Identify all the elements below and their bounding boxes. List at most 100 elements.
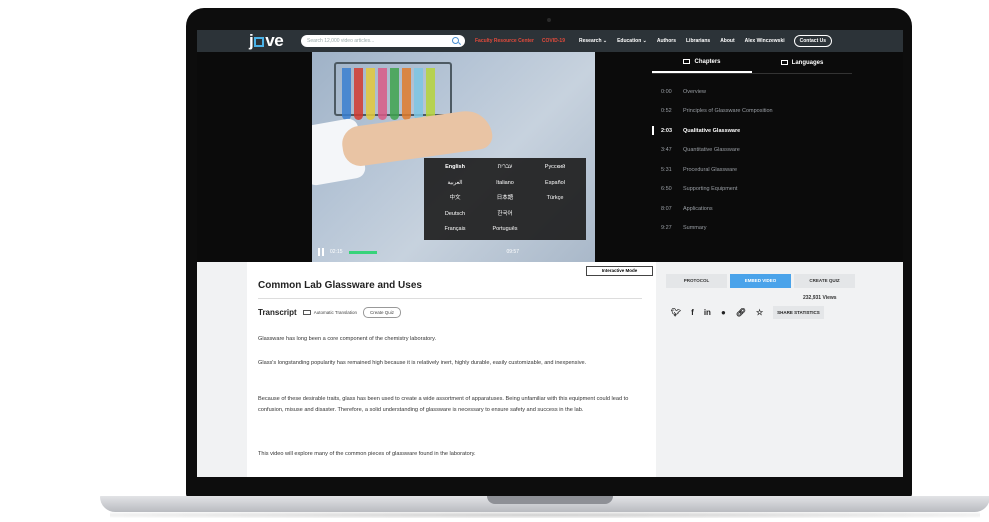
tab-languages[interactable]: Languages [752, 52, 852, 73]
contact-us-button[interactable]: Contact Us [793, 35, 833, 47]
chapter-time: 0:00 [661, 88, 672, 95]
video-player[interactable]: English עברית Русский العربية Italiano Españo… [312, 52, 595, 262]
side-panel: PROTOCOL EMBED VIDEO CREATE QUIZ 232,931… [663, 262, 863, 477]
test-tube [354, 68, 363, 120]
laptop-shadow [110, 512, 980, 518]
chapter-title: Summary [683, 225, 707, 232]
chapter-time: 6:50 [661, 186, 672, 193]
tab-chapters-label: Chapters [694, 58, 721, 65]
nav-librarians[interactable]: Librarians [686, 38, 710, 44]
main-content: Interactive Mode Common Lab Glassware an… [197, 262, 903, 477]
jove-logo[interactable]: j ve [249, 30, 289, 52]
chapter-item[interactable]: 5:31 Procedural Glassware [652, 160, 852, 180]
nav-education[interactable]: Education ⌄ [617, 38, 647, 44]
chapter-item[interactable]: 0:00 Overview [652, 82, 852, 102]
protocol-button[interactable]: PROTOCOL [666, 274, 727, 288]
language-option[interactable]: Français [430, 224, 480, 236]
nav-authors[interactable]: Authors [657, 38, 676, 44]
test-tube [366, 68, 375, 120]
language-option[interactable]: Türkçe [530, 193, 580, 205]
link-icon[interactable]: 🔗︎ [736, 308, 746, 317]
language-option[interactable]: العربية [430, 178, 480, 190]
chapter-time: 8:07 [661, 205, 672, 212]
automatic-translation-toggle[interactable]: Automatic Translation [302, 310, 357, 315]
language-menu[interactable]: English עברית Русский العربية Italiano Españo… [424, 158, 586, 240]
chapter-title: Procedural Glassware [683, 166, 738, 173]
create-quiz-button[interactable]: Create Quiz [362, 307, 401, 318]
language-option[interactable]: Español [530, 178, 580, 190]
search-icon[interactable] [452, 37, 459, 44]
article: Interactive Mode Common Lab Glassware an… [247, 262, 656, 477]
chapter-time: 9:27 [661, 225, 672, 232]
language-option[interactable]: English [430, 162, 480, 174]
language-option[interactable]: 中文 [430, 193, 480, 205]
chapter-time: 3:47 [661, 147, 672, 154]
chapter-time: 0:52 [661, 108, 672, 115]
divider [258, 298, 642, 299]
nav-research[interactable]: Research ⌄ [579, 38, 607, 44]
test-tube [402, 68, 411, 120]
transcript-paragraph: Glass's longstanding popularity has rema… [258, 360, 587, 366]
video-controls: 02:15 09:57 [312, 242, 595, 262]
transcript-paragraph: Glassware has long been a core component… [258, 336, 437, 342]
top-navigation: j ve Search 12,000 video articles... Facu… [197, 30, 903, 52]
pause-icon[interactable] [318, 248, 324, 256]
wechat-icon[interactable]: ● [721, 308, 726, 317]
search-box[interactable]: Search 12,000 video articles... [301, 35, 465, 47]
linkedin-icon[interactable]: in [704, 308, 711, 317]
nav-covid[interactable]: COVID-19 [542, 38, 565, 44]
chapter-item[interactable]: 2:03 Qualitative Glassware [652, 121, 852, 141]
tab-chapters[interactable]: Chapters [652, 52, 752, 73]
total-time: 09:57 [506, 249, 519, 255]
language-option[interactable] [530, 224, 580, 236]
chapter-title: Applications [683, 205, 713, 212]
article-title: Common Lab Glassware and Uses [258, 280, 422, 291]
chapters-panel: Chapters Languages 0:00 Overview 0:52 Princ… [652, 52, 852, 262]
embed-video-button[interactable]: EMBED VIDEO [730, 274, 791, 288]
chapter-item[interactable]: 8:07 Applications [652, 199, 852, 219]
chapter-item[interactable]: 3:47 Quantitative Glassware [652, 141, 852, 161]
tab-languages-label: Languages [791, 59, 824, 66]
chapter-list: 0:00 Overview 0:52 Principles of Glassware … [652, 82, 852, 238]
nav-faculty-resource-center[interactable]: Faculty Resource Center [475, 38, 534, 44]
language-option[interactable]: 日本語 [480, 193, 530, 205]
test-tube [426, 68, 435, 120]
languages-icon [780, 60, 788, 65]
chapter-time: 5:31 [661, 166, 672, 173]
language-option[interactable]: Italiano [480, 178, 530, 190]
camera-dot [547, 18, 551, 22]
nav-user-name[interactable]: Alex Winczewski [745, 38, 785, 44]
transcript-paragraph: This video will explore many of the comm… [258, 451, 476, 457]
create-quiz-tab-button[interactable]: CREATE QUIZ [794, 274, 855, 288]
nav-about[interactable]: About [720, 38, 734, 44]
chapter-item[interactable]: 6:50 Supporting Equipment [652, 180, 852, 200]
transcript-paragraph: Because of these desirable traits, glass… [258, 396, 629, 413]
chapter-title: Qualitative Glassware [683, 127, 741, 134]
twitter-icon[interactable]: 🐦︎ [671, 308, 681, 317]
facebook-icon[interactable]: f [691, 308, 694, 317]
test-tube [342, 68, 351, 120]
share-row: 🐦︎ f in ● 🔗︎ ☆ SHARE STATISTICS [671, 306, 824, 319]
elapsed-time: 02:15 [330, 249, 343, 255]
language-option[interactable]: Deutsch [430, 209, 480, 221]
star-icon[interactable]: ☆ [756, 308, 763, 317]
chapter-item[interactable]: 9:27 Summary [652, 219, 852, 239]
language-option[interactable]: עברית [480, 162, 530, 174]
language-option[interactable]: Русский [530, 162, 580, 174]
chapter-title: Quantitative Glassware [683, 147, 740, 154]
chapter-title: Principles of Glassware Composition [683, 108, 773, 115]
chapter-item[interactable]: 0:52 Principles of Glassware Composition [652, 102, 852, 122]
view-count: 232,931 Views [803, 295, 837, 301]
chapter-title: Overview [683, 88, 706, 95]
share-statistics-button[interactable]: SHARE STATISTICS [773, 306, 824, 319]
language-option[interactable] [530, 209, 580, 221]
chapter-time: 2:03 [661, 127, 673, 134]
search-input[interactable]: Search 12,000 video articles... [307, 38, 374, 44]
test-tube [414, 68, 423, 120]
interactive-mode-button[interactable]: Interactive Mode [586, 266, 653, 276]
laptop-notch [487, 496, 613, 504]
language-option[interactable]: 한국어 [480, 209, 530, 221]
progress-bar[interactable] [348, 250, 377, 254]
chapters-icon [683, 59, 691, 64]
language-option[interactable]: Português [480, 224, 530, 236]
